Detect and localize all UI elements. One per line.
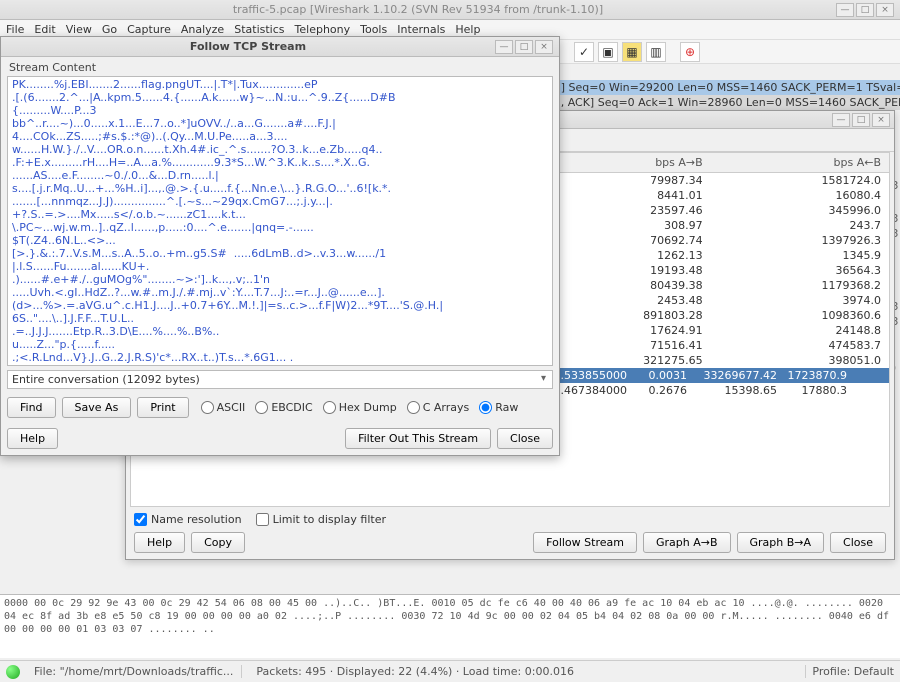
menu-analyze[interactable]: Analyze <box>181 23 224 36</box>
radio-ascii[interactable]: ASCII <box>201 401 246 414</box>
conv-maximize-button[interactable]: □ <box>852 113 870 127</box>
packet-row[interactable]: 4 [SYN, ACK] Seq=0 Ack=1 Win=28960 Len=0… <box>520 95 900 110</box>
menu-go[interactable]: Go <box>102 23 117 36</box>
main-titlebar: traffic-5.pcap [Wireshark 1.10.2 (SVN Re… <box>0 0 900 20</box>
follow-stream-dialog: Follow TCP Stream — □ × Stream Content P… <box>0 36 560 456</box>
conv-graph-ab-button[interactable]: Graph A→B <box>643 532 731 553</box>
stream-close-x-button[interactable]: × <box>535 40 553 54</box>
toolbar-icon-1[interactable]: ✓ <box>574 42 594 62</box>
check-limit-filter[interactable]: Limit to display filter <box>256 513 386 526</box>
menu-internals[interactable]: Internals <box>397 23 445 36</box>
stream-filter-out-button[interactable]: Filter Out This Stream <box>345 428 491 449</box>
radio-ebcdic[interactable]: EBCDIC <box>255 401 312 414</box>
radio-hex-dump[interactable]: Hex Dump <box>323 401 397 414</box>
maximize-button[interactable]: □ <box>856 3 874 17</box>
toolbar-icon-4[interactable]: ▥ <box>646 42 666 62</box>
stream-titlebar[interactable]: Follow TCP Stream — □ × <box>1 37 559 57</box>
check-name-resolution[interactable]: Name resolution <box>134 513 242 526</box>
menu-file[interactable]: File <box>6 23 24 36</box>
stream-save-as-button[interactable]: Save As <box>62 397 132 418</box>
close-window-button[interactable]: × <box>876 3 894 17</box>
conv-minimize-button[interactable]: — <box>832 113 850 127</box>
conv-close-button[interactable]: × <box>872 113 890 127</box>
conv-close-button-bottom[interactable]: Close <box>830 532 886 553</box>
toolbar-icon-3[interactable]: ▦ <box>622 42 642 62</box>
conv-graph-ba-button[interactable]: Graph B→A <box>737 532 825 553</box>
stream-format-radios: ASCII EBCDIC Hex Dump C Arrays Raw <box>201 401 519 414</box>
radio-c-arrays[interactable]: C Arrays <box>407 401 470 414</box>
status-profile[interactable]: Profile: Default <box>812 665 894 678</box>
stream-title: Follow TCP Stream <box>1 40 495 53</box>
conv-help-button[interactable]: Help <box>134 532 185 553</box>
stream-content-area[interactable]: PK........%j.EBI.......2......flag.pngUT… <box>7 76 553 366</box>
stream-close-button[interactable]: Close <box>497 428 553 449</box>
stream-print-button[interactable]: Print <box>137 397 188 418</box>
menu-capture[interactable]: Capture <box>127 23 171 36</box>
minimize-button[interactable]: — <box>836 3 854 17</box>
menu-telephony[interactable]: Telephony <box>295 23 351 36</box>
conv-copy-button[interactable]: Copy <box>191 532 245 553</box>
main-window-title: traffic-5.pcap [Wireshark 1.10.2 (SVN Re… <box>0 3 836 16</box>
menu-view[interactable]: View <box>66 23 92 36</box>
status-file: File: "/home/mrt/Downloads/traffic... <box>26 665 242 678</box>
menu-statistics[interactable]: Statistics <box>234 23 284 36</box>
menu-help[interactable]: Help <box>455 23 480 36</box>
stream-help-button[interactable]: Help <box>7 428 58 449</box>
stream-maximize-button[interactable]: □ <box>515 40 533 54</box>
menu-tools[interactable]: Tools <box>360 23 387 36</box>
radio-raw[interactable]: Raw <box>479 401 518 414</box>
stream-conversation-combo[interactable]: Entire conversation (12092 bytes) <box>7 370 553 389</box>
packet-list-fragment: 4 [SYN] Seq=0 Win=29200 Len=0 MSS=1460 S… <box>520 80 900 110</box>
menu-edit[interactable]: Edit <box>34 23 55 36</box>
hex-pane[interactable]: 0000 00 0c 29 92 9e 43 00 0c 29 42 54 06… <box>0 594 900 658</box>
toolbar-icon-2[interactable]: ▣ <box>598 42 618 62</box>
stream-find-button[interactable]: Find <box>7 397 56 418</box>
expert-info-icon[interactable] <box>6 665 20 679</box>
packet-row[interactable]: 4 [SYN] Seq=0 Win=29200 Len=0 MSS=1460 S… <box>520 80 900 95</box>
toolbar-help-icon[interactable]: ⊕ <box>680 42 700 62</box>
status-packets: Packets: 495 · Displayed: 22 (4.4%) · Lo… <box>248 665 806 678</box>
stream-content-label: Stream Content <box>1 57 559 76</box>
conv-follow-stream-button[interactable]: Follow Stream <box>533 532 637 553</box>
stream-minimize-button[interactable]: — <box>495 40 513 54</box>
statusbar: File: "/home/mrt/Downloads/traffic... Pa… <box>0 660 900 682</box>
